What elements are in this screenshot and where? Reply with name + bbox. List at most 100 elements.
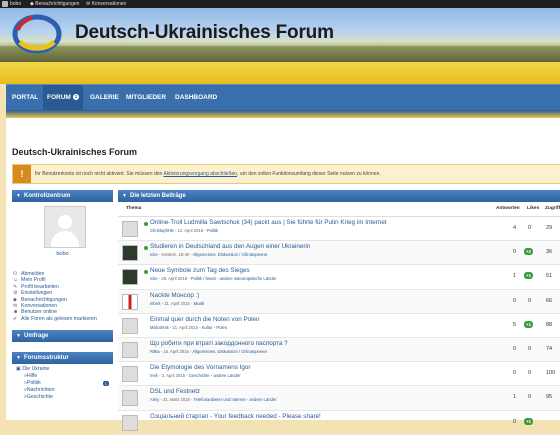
post-board[interactable]: Geschichte - andere Länder xyxy=(189,373,241,378)
post-date: 21. April 2015 xyxy=(164,300,190,306)
tree-item-label: »Geschichte xyxy=(24,394,53,401)
col-answers[interactable]: Antworten xyxy=(496,202,520,216)
poll-header[interactable]: ▼ Umfrage xyxy=(12,330,113,343)
post-board[interactable]: Kultur - Polen xyxy=(202,325,227,330)
notifications-link-label: Benachrichtigungen xyxy=(21,296,67,303)
sidebar-username[interactable]: bobo xyxy=(12,251,113,257)
nav-tab-dashboard[interactable]: DASHBOARD xyxy=(175,85,217,110)
likes-count: 0 xyxy=(528,394,532,401)
table-row[interactable]: DSL und Festnetz Almy - 31. März 2015 - T… xyxy=(118,386,560,411)
tree-item-label: Die Ukraine xyxy=(22,366,50,373)
post-thumbnail[interactable] xyxy=(122,293,138,310)
post-thumbnail[interactable] xyxy=(122,221,138,237)
site-title[interactable]: Deutsch-Ukrainisches Forum xyxy=(75,22,334,44)
topbar-conversations[interactable]: ✉ Konversationen xyxy=(86,0,126,8)
tree-item[interactable]: »Hilfe xyxy=(16,373,113,380)
topbar-notifications[interactable]: ◆ Benachrichtigungen xyxy=(30,0,79,8)
table-row[interactable]: Nackte Монсор :) inbert - 21. April 2015 … xyxy=(118,289,560,314)
forum-tree: ▣ Die Ukraine »Hilfe »Politik 1 »Nachrich… xyxy=(12,366,113,401)
nav-tab-forum[interactable]: FORUM 1 xyxy=(43,85,84,110)
hits-count: 88 xyxy=(546,321,553,328)
table-row[interactable]: Соціальний стартап - Your feedback neede… xyxy=(118,411,560,435)
likes-badge[interactable]: +1 xyxy=(524,320,534,328)
nav-tab-portal[interactable]: PORTAL xyxy=(12,85,38,110)
post-thumbnail[interactable] xyxy=(122,317,138,334)
post-author[interactable]: ChristophHE xyxy=(150,228,174,233)
tree-item[interactable]: »Geschichte xyxy=(16,394,113,401)
answers-count: 1 xyxy=(513,394,517,401)
hits-count: 36 xyxy=(546,249,553,256)
tree-item[interactable]: »Politik 1 xyxy=(16,380,113,387)
likes-badge[interactable]: +2 xyxy=(524,248,534,256)
post-title[interactable]: Соціальний стартап - Your feedback neede… xyxy=(150,413,321,420)
post-board[interactable]: Musik xyxy=(194,301,205,306)
post-board[interactable]: Telefonanbieter und Internet - andere Lä… xyxy=(193,397,276,402)
nav-tab-gallery[interactable]: GALERIE xyxy=(90,85,119,110)
post-thumbnail[interactable] xyxy=(122,366,138,383)
header-banner: Deutsch-Ukrainisches Forum xyxy=(0,8,560,62)
hits-count: 66 xyxy=(546,297,553,304)
latest-posts-title: Die letzten Beiträge xyxy=(130,193,186,199)
post-board[interactable]: Politik / News - andere osteuropäische L… xyxy=(191,276,277,281)
user-avatar-mini[interactable] xyxy=(2,1,8,7)
post-board[interactable]: Allgemeines, Diskussion / Обговорення xyxy=(193,252,267,257)
table-row[interactable]: Neue Symbole zum Tag des Sieges Icke - 25… xyxy=(118,265,560,290)
forum-logo[interactable] xyxy=(10,12,64,56)
post-board[interactable]: Allgemeines, Diskussion / Обговорення xyxy=(192,349,266,354)
latest-posts-header[interactable]: ▼ Die letzten Beiträge xyxy=(118,190,560,202)
post-title[interactable]: Einmal quer durch die Noten von Polen xyxy=(150,316,260,323)
posts-table: Online-Troll Ludmilla Sawtschuk (34) pac… xyxy=(118,217,560,435)
post-author[interactable]: Malcolmis xyxy=(150,325,169,330)
logout-label: Abmelden xyxy=(21,271,45,277)
post-thumbnail[interactable] xyxy=(122,341,138,358)
nav-underbar xyxy=(6,110,560,118)
post-author[interactable]: Almy xyxy=(150,397,159,402)
page-title: Deutsch-Ukrainisches Forum xyxy=(12,147,138,157)
post-title[interactable]: Die Etymologie des Vornamens Igor xyxy=(150,364,250,371)
post-author[interactable]: Icke xyxy=(150,252,158,257)
warning-text: Ihr Benutzerkonto ist noch nicht aktivie… xyxy=(35,165,381,183)
avatar[interactable] xyxy=(44,206,86,248)
post-date: 15. April 2015 xyxy=(163,348,189,354)
table-row[interactable]: Studieren in Deutschland aus den Augen e… xyxy=(118,241,560,266)
post-thumbnail[interactable] xyxy=(122,414,138,431)
post-title[interactable]: Neue Symbole zum Tag des Sieges xyxy=(150,267,250,274)
post-title[interactable]: Online-Troll Ludmilla Sawtschuk (34) pac… xyxy=(150,219,387,226)
post-thumbnail[interactable] xyxy=(122,269,138,286)
col-hits[interactable]: Zugriffe xyxy=(545,202,560,216)
tree-item[interactable]: ▣ Die Ukraine xyxy=(16,366,113,373)
col-theme[interactable]: Thema xyxy=(126,202,141,216)
table-row[interactable]: Die Etymologie des Vornamens Igor Inek - … xyxy=(118,362,560,387)
post-meta: Malcolmis - 21. April 2015 - Kultur - Po… xyxy=(150,325,227,330)
likes-badge[interactable]: +1 xyxy=(524,417,534,425)
col-likes[interactable]: Likes xyxy=(527,202,539,216)
table-row[interactable]: Що робити при втраті закордонного паспор… xyxy=(118,337,560,363)
control-center-title: Kontrollzentrum xyxy=(24,193,71,199)
topbar-user[interactable]: bobo xyxy=(10,0,21,8)
table-row[interactable]: Online-Troll Ludmilla Sawtschuk (34) pac… xyxy=(118,217,560,242)
post-author[interactable]: Ritka xyxy=(150,349,160,354)
table-row[interactable]: Einmal quer durch die Noten von Polen Mal… xyxy=(118,314,560,338)
likes-count: 0 xyxy=(528,225,532,231)
post-date: 31. März 2015 xyxy=(163,397,190,403)
nav-tab-members[interactable]: MITGLIEDER xyxy=(126,85,166,110)
activation-link[interactable]: Aktivierungsvorgang abschließen xyxy=(163,171,237,177)
post-thumbnail[interactable] xyxy=(122,390,138,407)
post-title[interactable]: Що робити при втраті закордонного паспор… xyxy=(150,340,288,347)
post-board[interactable]: Politik xyxy=(207,228,218,233)
tree-item[interactable]: »Nachrichten xyxy=(16,387,113,394)
mark-read-link[interactable]: ✔ Alle Foren als gelesen markieren xyxy=(12,316,113,322)
post-author[interactable]: Inek xyxy=(150,373,158,378)
post-thumbnail[interactable] xyxy=(122,245,138,262)
control-center-header[interactable]: ▼ Kontrollzentrum xyxy=(12,190,113,202)
forum-structure-title: Forumsstruktur xyxy=(24,355,69,362)
forum-structure-header[interactable]: ▼ Forumsstruktur xyxy=(12,352,113,365)
collapse-icon: ▼ xyxy=(16,193,21,199)
post-title[interactable]: Nackte Монсор :) xyxy=(150,292,199,299)
likes-badge[interactable]: +1 xyxy=(524,272,534,280)
post-title[interactable]: Studieren in Deutschland aus den Augen e… xyxy=(150,243,310,250)
post-author[interactable]: Icke xyxy=(150,276,158,281)
post-author[interactable]: inbert xyxy=(150,301,160,306)
post-title[interactable]: DSL und Festnetz xyxy=(150,388,200,395)
hits-count: 29 xyxy=(546,225,553,231)
